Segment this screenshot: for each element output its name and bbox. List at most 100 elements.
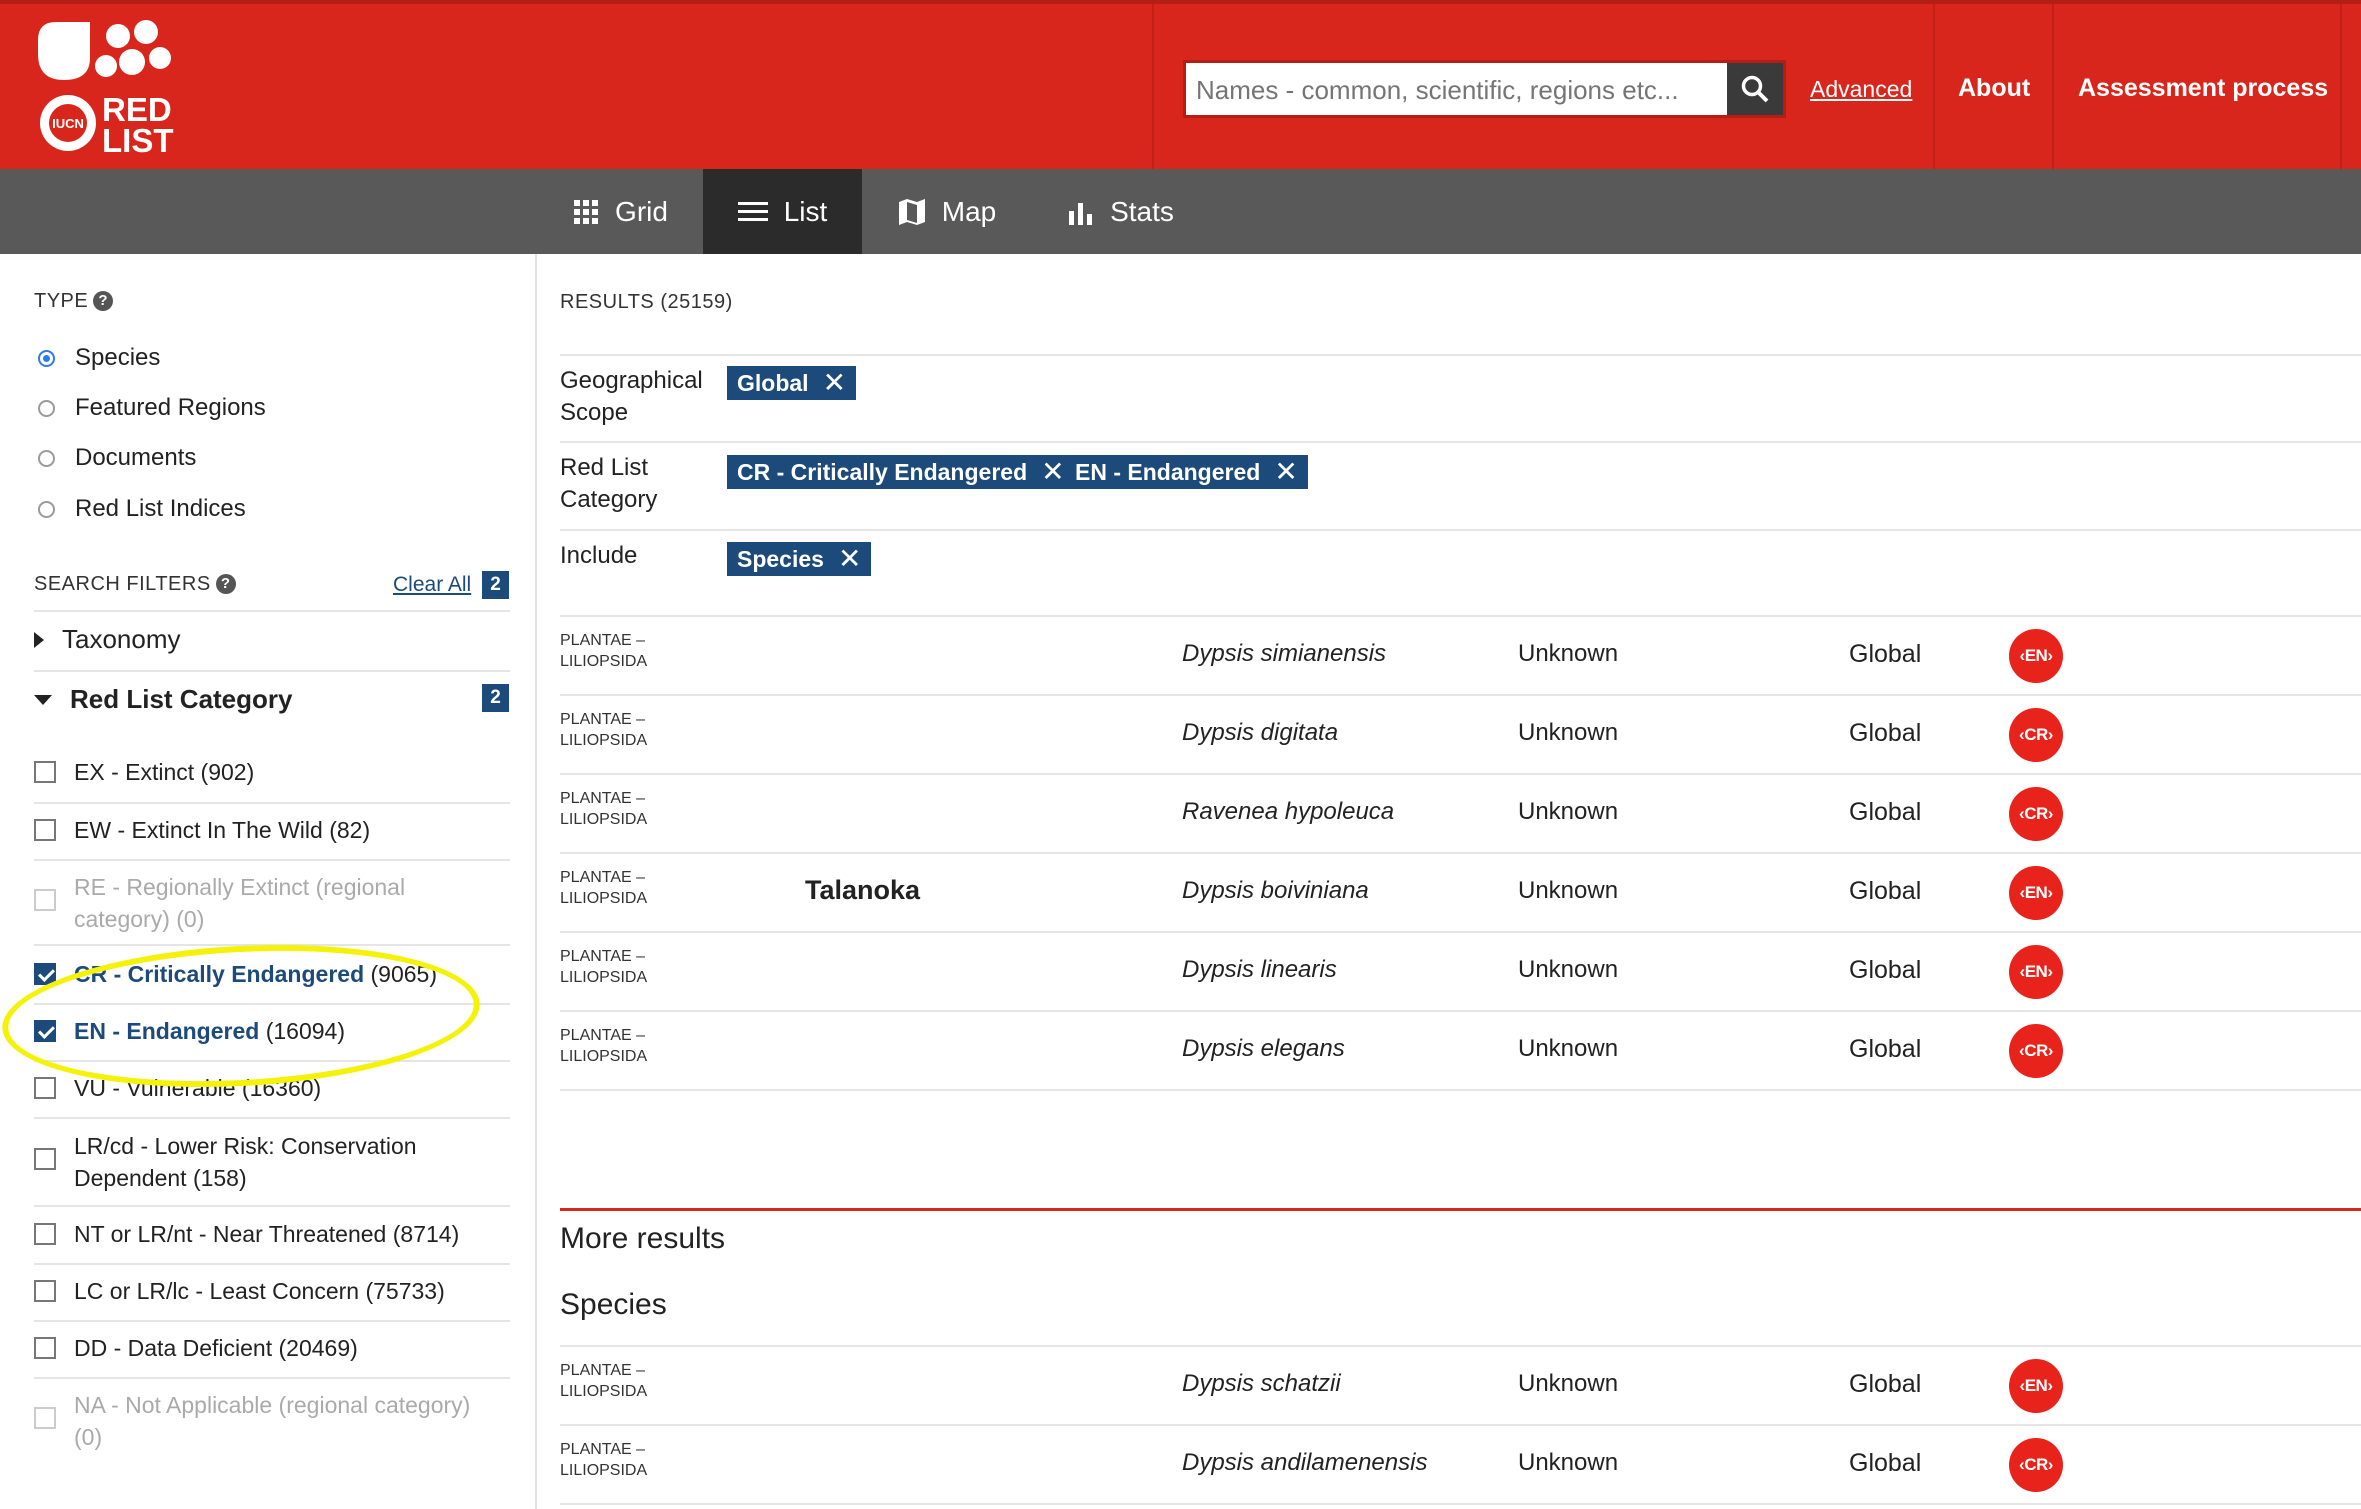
table-row[interactable]: PLANTAE – LILIOPSIDA Talanoka Dypsis boivin… xyxy=(560,853,2361,932)
checkbox[interactable] xyxy=(34,1223,56,1245)
class-text: LILIOPSIDA xyxy=(560,1462,648,1479)
taxonomy-filter-toggle[interactable]: Taxonomy xyxy=(34,624,181,655)
category-count-badge: 2 xyxy=(482,684,509,712)
type-option-label: Documents xyxy=(75,444,197,471)
type-option-label: Red List Indices xyxy=(75,495,246,522)
common-name[interactable]: Talanoka xyxy=(805,875,920,906)
chip-label: EN - Endangered xyxy=(1075,459,1261,485)
help-icon[interactable]: ? xyxy=(93,291,114,311)
tab-list[interactable]: List xyxy=(703,169,862,254)
search-icon xyxy=(1741,75,1769,103)
scientific-name[interactable]: Dypsis schatzii xyxy=(1182,1370,1341,1398)
close-icon[interactable]: ✕ xyxy=(823,368,846,398)
filter-label-red-list-category: Red List Category xyxy=(560,454,658,513)
red-list-logo[interactable]: IUCN RED LIST xyxy=(34,18,184,159)
class-text: LILIOPSIDA xyxy=(560,811,648,828)
scope: Global xyxy=(1849,1449,1922,1477)
table-row[interactable]: PLANTAE – LILIOPSIDA Dypsis digitata Unknow… xyxy=(560,695,2361,774)
close-icon[interactable]: ✕ xyxy=(1274,457,1297,487)
table-row[interactable]: PLANTAE – LILIOPSIDA Dypsis linearis Unknow… xyxy=(560,932,2361,1011)
category-count: (0) xyxy=(74,1424,103,1450)
checkbox[interactable] xyxy=(34,1337,56,1359)
scientific-name[interactable]: Dypsis boiviniana xyxy=(1182,877,1369,905)
map-icon xyxy=(898,198,925,225)
search-input[interactable] xyxy=(1194,63,1718,117)
kingdom-text: PLANTAE – xyxy=(560,1441,646,1458)
assessment-process-link[interactable]: Assessment process xyxy=(2078,74,2328,103)
chip-label: Species xyxy=(737,546,824,572)
tab-map[interactable]: Map xyxy=(862,169,1032,254)
chip-species[interactable]: Species ✕ xyxy=(727,542,872,576)
scope: Global xyxy=(1849,1035,1922,1063)
header-divider xyxy=(1933,4,1935,173)
radio-icon[interactable] xyxy=(38,500,55,518)
population-trend: Unknown xyxy=(1518,956,1619,983)
taxonomy-cell: PLANTAE – LILIOPSIDA xyxy=(560,630,647,672)
status-code: EN xyxy=(2024,646,2048,665)
help-icon[interactable]: ? xyxy=(215,574,236,594)
checkbox[interactable] xyxy=(34,819,56,841)
search-button[interactable] xyxy=(1727,63,1783,115)
advanced-search-link[interactable]: Advanced xyxy=(1810,76,1912,103)
table-row[interactable]: PLANTAE – LILIOPSIDA Dypsis simianensis Unk… xyxy=(560,616,2361,695)
chip-en[interactable]: EN - Endangered ✕ xyxy=(1065,455,1308,489)
category-nt[interactable]: NT or LR/nt - Near Threatened (8714) xyxy=(34,1218,459,1250)
filter-count-badge: 2 xyxy=(482,571,509,599)
type-option-documents[interactable]: Documents xyxy=(38,444,196,472)
category-count: (75733) xyxy=(365,1278,445,1304)
category-ew[interactable]: EW - Extinct In The Wild (82) xyxy=(34,814,370,846)
about-link[interactable]: About xyxy=(1958,74,2030,103)
scientific-name[interactable]: Dypsis andilamenensis xyxy=(1182,1449,1427,1477)
type-option-featured-regions[interactable]: Featured Regions xyxy=(38,394,266,422)
table-row[interactable]: PLANTAE – LILIOPSIDA Ravenea hypoleuca Unkn… xyxy=(560,774,2361,853)
type-option-red-list-indices[interactable]: Red List Indices xyxy=(38,495,246,523)
list-icon xyxy=(737,201,768,221)
category-label: NA - Not Applicable (regional category) xyxy=(74,1392,471,1418)
type-option-label: Featured Regions xyxy=(75,394,266,421)
kingdom-text: PLANTAE – xyxy=(560,1027,646,1044)
close-icon[interactable]: ✕ xyxy=(1041,457,1064,487)
category-lr-cd[interactable]: LR/cd - Lower Risk: Conservation Depende… xyxy=(34,1130,464,1194)
table-row[interactable]: PLANTAE – LILIOPSIDA Dypsis andilamenensis… xyxy=(560,1425,2361,1504)
header-divider xyxy=(2052,4,2054,173)
population-trend: Unknown xyxy=(1518,640,1619,667)
scientific-name[interactable]: Ravenea hypoleuca xyxy=(1182,798,1394,826)
checkbox[interactable] xyxy=(34,1077,56,1099)
category-count: (82) xyxy=(329,817,371,843)
scientific-name[interactable]: Dypsis digitata xyxy=(1182,719,1338,747)
radio-icon[interactable] xyxy=(38,449,55,467)
category-lc[interactable]: LC or LR/lc - Least Concern (75733) xyxy=(34,1275,445,1307)
category-label: EW - Extinct In The Wild xyxy=(74,817,323,843)
tab-stats[interactable]: Stats xyxy=(1032,169,1210,254)
tab-grid[interactable]: Grid xyxy=(538,169,703,254)
radio-icon[interactable] xyxy=(38,399,55,417)
close-icon[interactable]: ✕ xyxy=(838,544,861,574)
radio-icon[interactable] xyxy=(38,349,55,367)
checkbox[interactable] xyxy=(34,761,56,783)
population-trend: Unknown xyxy=(1518,719,1619,746)
red-list-category-toggle[interactable]: Red List Category xyxy=(34,684,293,715)
chip-global[interactable]: Global ✕ xyxy=(727,366,857,400)
table-row[interactable]: PLANTAE – LILIOPSIDA Dypsis elegans Unknown… xyxy=(560,1011,2361,1090)
checkbox[interactable] xyxy=(34,1148,56,1170)
scientific-name[interactable]: Dypsis linearis xyxy=(1182,956,1337,984)
scientific-name[interactable]: Dypsis simianensis xyxy=(1182,640,1386,668)
filter-label-include: Include xyxy=(560,542,638,569)
clear-all-link[interactable]: Clear All xyxy=(393,573,471,597)
header-divider xyxy=(2340,4,2342,173)
logo-list: LIST xyxy=(102,122,174,158)
category-label: NT or LR/nt - Near Threatened xyxy=(74,1221,387,1247)
chip-label: CR - Critically Endangered xyxy=(737,459,1028,485)
chip-label: Global xyxy=(737,370,809,396)
category-dd[interactable]: DD - Data Deficient (20469) xyxy=(34,1332,358,1364)
population-trend: Unknown xyxy=(1518,877,1619,904)
status-badge: ‹ CR › xyxy=(2009,787,2063,841)
kingdom-text: PLANTAE – xyxy=(560,711,646,728)
chip-cr[interactable]: CR - Critically Endangered ✕ xyxy=(727,455,1075,489)
kingdom-text: PLANTAE – xyxy=(560,869,646,886)
scientific-name[interactable]: Dypsis elegans xyxy=(1182,1035,1345,1063)
category-ex[interactable]: EX - Extinct (902) xyxy=(34,756,254,788)
checkbox[interactable] xyxy=(34,1280,56,1302)
table-row[interactable]: PLANTAE – LILIOPSIDA Dypsis schatzii Unknow… xyxy=(560,1346,2361,1425)
type-option-species[interactable]: Species xyxy=(38,344,160,372)
